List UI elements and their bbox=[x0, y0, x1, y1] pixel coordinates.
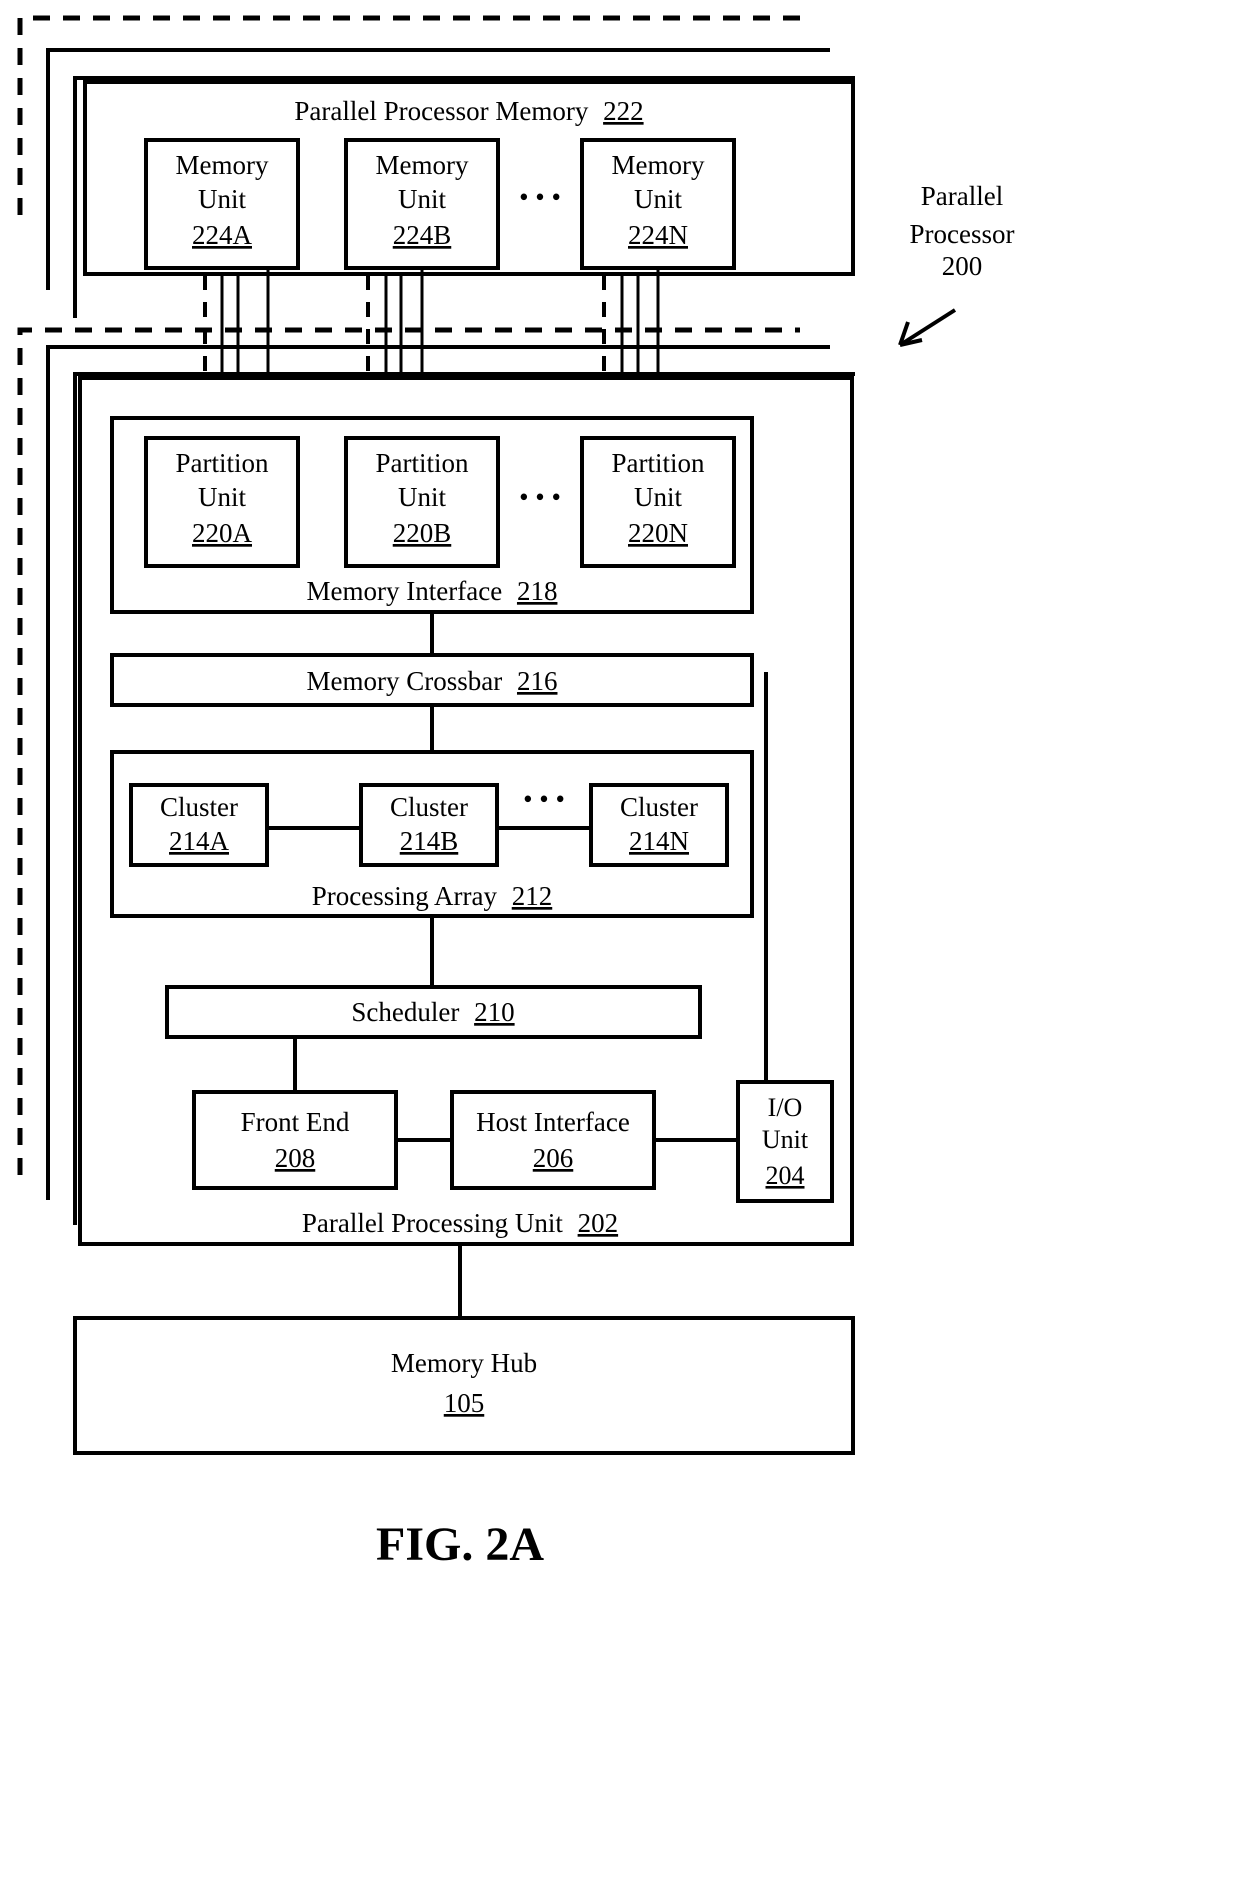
callout-line1: Parallel bbox=[921, 181, 1003, 211]
clusters-ellipsis: • • • bbox=[523, 784, 565, 814]
partition-unit-220n-line1: Partition bbox=[612, 448, 705, 478]
partition-unit-220n-number: 220N bbox=[628, 518, 688, 548]
host-interface-number: 206 bbox=[533, 1143, 574, 1173]
memory-hub-number: 105 bbox=[444, 1388, 485, 1418]
io-unit-number: 204 bbox=[766, 1161, 805, 1190]
memory-unit-224a-number: 224A bbox=[192, 220, 253, 250]
memory-unit-224b-number: 224B bbox=[393, 220, 452, 250]
partition-unit-220a-line1: Partition bbox=[176, 448, 269, 478]
front-end-title: Front End bbox=[241, 1107, 350, 1137]
partition-unit-220a-number: 220A bbox=[192, 518, 253, 548]
memory-unit-224a-line1: Memory bbox=[176, 150, 269, 180]
memory-units-ellipsis: • • • bbox=[519, 182, 561, 212]
memory-interface-title: Memory Interface 218 bbox=[307, 576, 558, 606]
memory-unit-224b-line2: Unit bbox=[398, 184, 447, 214]
callout-line3: 200 bbox=[942, 251, 983, 281]
patent-figure-page: Parallel Processor Memory 222 Memory Uni… bbox=[0, 0, 1240, 1884]
memory-unit-224n-line1: Memory bbox=[612, 150, 705, 180]
scheduler-title: Scheduler 210 bbox=[351, 997, 514, 1027]
figure-caption: FIG. 2A bbox=[376, 1518, 544, 1571]
partition-unit-220b-number: 220B bbox=[393, 518, 452, 548]
partition-unit-220b-line1: Partition bbox=[376, 448, 469, 478]
callout-line2: Processor bbox=[910, 219, 1015, 249]
memory-unit-224a-line2: Unit bbox=[198, 184, 247, 214]
partition-unit-220n-line2: Unit bbox=[634, 482, 683, 512]
partition-unit-220a-line2: Unit bbox=[198, 482, 247, 512]
memory-unit-224b-line1: Memory bbox=[376, 150, 469, 180]
memory-unit-224n-line2: Unit bbox=[634, 184, 683, 214]
cluster-214b-line1: Cluster bbox=[390, 792, 468, 822]
host-interface-title: Host Interface bbox=[476, 1107, 630, 1137]
memory-crossbar-title: Memory Crossbar 216 bbox=[307, 666, 558, 696]
memory-hub-title: Memory Hub bbox=[391, 1348, 537, 1378]
memory-unit-224n-number: 224N bbox=[628, 220, 688, 250]
memory-hub-box bbox=[73, 1316, 855, 1455]
partition-unit-220b-line2: Unit bbox=[398, 482, 447, 512]
io-unit-line1: I/O bbox=[768, 1093, 803, 1122]
cluster-214n-number: 214N bbox=[629, 826, 689, 856]
figure-2a-diagram: Parallel Processor Memory 222 Memory Uni… bbox=[17, 15, 1015, 1571]
io-unit-line2: Unit bbox=[762, 1125, 809, 1154]
cluster-214n-line1: Cluster bbox=[620, 792, 698, 822]
callout-arrow-line bbox=[898, 308, 957, 347]
cluster-214a-number: 214A bbox=[169, 826, 230, 856]
front-end-number: 208 bbox=[275, 1143, 316, 1173]
processing-array-title: Processing Array 212 bbox=[312, 881, 552, 911]
parallel-processor-memory-title: Parallel Processor Memory 222 bbox=[294, 96, 643, 126]
cluster-214b-number: 214B bbox=[400, 826, 459, 856]
cluster-214a-line1: Cluster bbox=[160, 792, 238, 822]
partition-units-ellipsis: • • • bbox=[519, 482, 561, 512]
